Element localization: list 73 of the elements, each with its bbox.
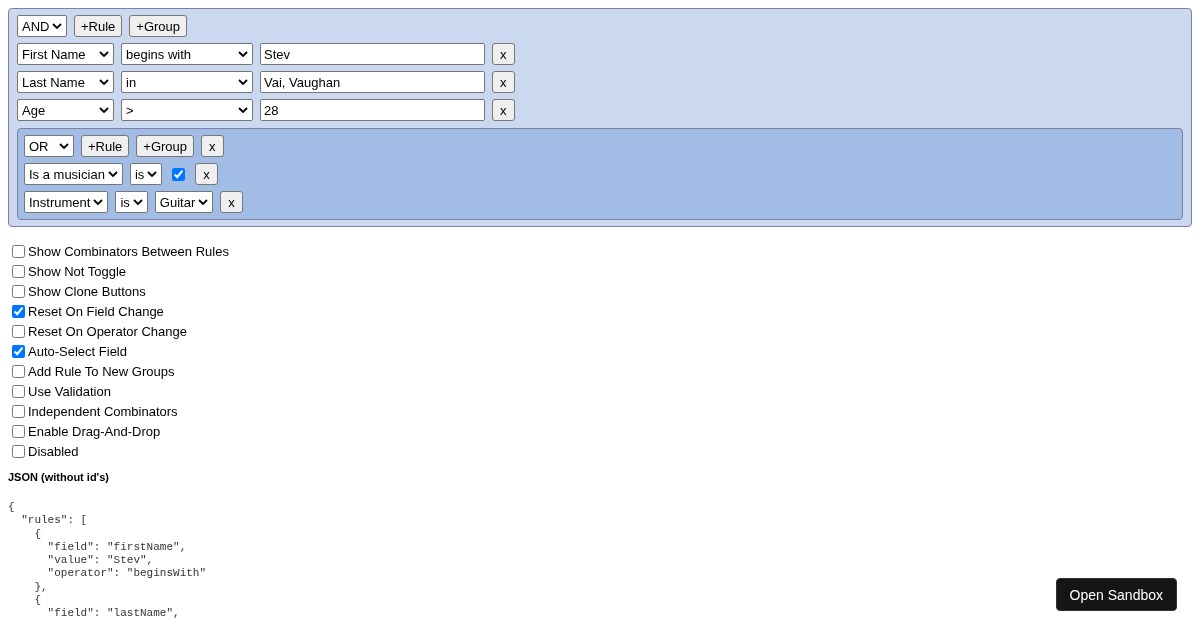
add-rule-button[interactable]: +Rule: [74, 15, 123, 37]
field-select[interactable]: Last Name: [17, 71, 114, 93]
option-checkbox[interactable]: [12, 244, 25, 258]
caret-icon: [99, 51, 109, 57]
value-checkbox[interactable]: [172, 167, 186, 181]
caret-icon: [238, 79, 248, 85]
option-checkbox[interactable]: [12, 264, 25, 278]
field-select[interactable]: First Name: [17, 43, 114, 65]
operator-select[interactable]: in: [121, 71, 253, 93]
option-label: Independent Combinators: [28, 403, 178, 419]
operator-select[interactable]: is: [129, 163, 163, 185]
add-group-button[interactable]: +Group: [129, 15, 188, 37]
code-line: "field": "lastName",: [46, 607, 180, 621]
caret-icon: [99, 107, 109, 113]
field-select[interactable]: Instrument: [24, 191, 109, 213]
code-line: {: [8, 501, 15, 515]
option-checkbox[interactable]: [12, 324, 25, 338]
combinator-select[interactable]: AND: [17, 15, 67, 37]
caret-icon: [132, 199, 143, 205]
code-line: "field": "firstName",: [46, 540, 187, 555]
option-label: Show Clone Buttons: [28, 283, 146, 299]
caret-icon: [99, 79, 109, 85]
json-heading: JSON (without id's): [8, 471, 110, 483]
operator-select[interactable]: is: [115, 191, 148, 213]
caret-icon: [59, 143, 69, 149]
option-label: Add Rule To New Groups: [28, 363, 175, 379]
field-select[interactable]: Age: [17, 99, 114, 121]
code-line: "operator": "beginsWith": [46, 567, 207, 581]
code-line: "rules": [: [20, 514, 88, 528]
option-checkbox[interactable]: [12, 344, 25, 358]
remove-rule-button[interactable]: x: [195, 163, 218, 185]
code-line: {: [33, 594, 41, 608]
option-checkbox[interactable]: [12, 304, 25, 318]
option-checkbox[interactable]: [12, 384, 25, 398]
option-label: Show Combinators Between Rules: [28, 243, 229, 259]
remove-rule-button[interactable]: x: [492, 99, 515, 121]
remove-rule-button[interactable]: x: [492, 71, 515, 93]
open-sandbox-button[interactable]: Open Sandbox: [1055, 578, 1177, 611]
option-checkbox[interactable]: [12, 284, 25, 298]
field-select[interactable]: Is a musician: [24, 163, 123, 185]
caret-icon: [238, 107, 248, 113]
value-select[interactable]: Guitar: [154, 191, 214, 213]
option-label: Reset On Field Change: [28, 303, 164, 319]
operator-select[interactable]: begins with: [121, 43, 253, 65]
caret-icon: [52, 23, 63, 29]
option-label: Show Not Toggle: [28, 263, 127, 279]
value-input[interactable]: 28: [260, 99, 485, 121]
option-label: Use Validation: [28, 383, 111, 399]
operator-select[interactable]: >: [121, 99, 253, 121]
value-input[interactable]: Vai, Vaughan: [260, 71, 485, 93]
option-label: Disabled: [28, 443, 79, 459]
add-group-button[interactable]: +Group: [136, 135, 195, 157]
code-line: "value": "Stev",: [46, 554, 154, 568]
remove-group-button[interactable]: x: [201, 135, 224, 157]
option-checkbox[interactable]: [12, 424, 25, 438]
remove-rule-button[interactable]: x: [492, 43, 515, 65]
option-checkbox[interactable]: [12, 364, 25, 378]
option-checkbox[interactable]: [12, 444, 25, 458]
option-checkbox[interactable]: [12, 404, 25, 418]
caret-icon: [93, 199, 104, 205]
add-rule-button[interactable]: +Rule: [81, 135, 130, 157]
caret-icon: [238, 51, 248, 57]
code-line: },: [33, 580, 48, 595]
combinator-select[interactable]: OR: [24, 135, 74, 157]
option-label: Auto-Select Field: [28, 343, 127, 359]
option-label: Enable Drag-And-Drop: [28, 423, 161, 439]
value-input[interactable]: Stev: [260, 43, 485, 65]
option-label: Reset On Operator Change: [28, 323, 187, 339]
remove-rule-button[interactable]: x: [220, 191, 243, 213]
code-line: {: [33, 527, 41, 541]
caret-icon: [198, 199, 209, 205]
caret-icon: [147, 171, 158, 177]
caret-icon: [107, 171, 118, 177]
